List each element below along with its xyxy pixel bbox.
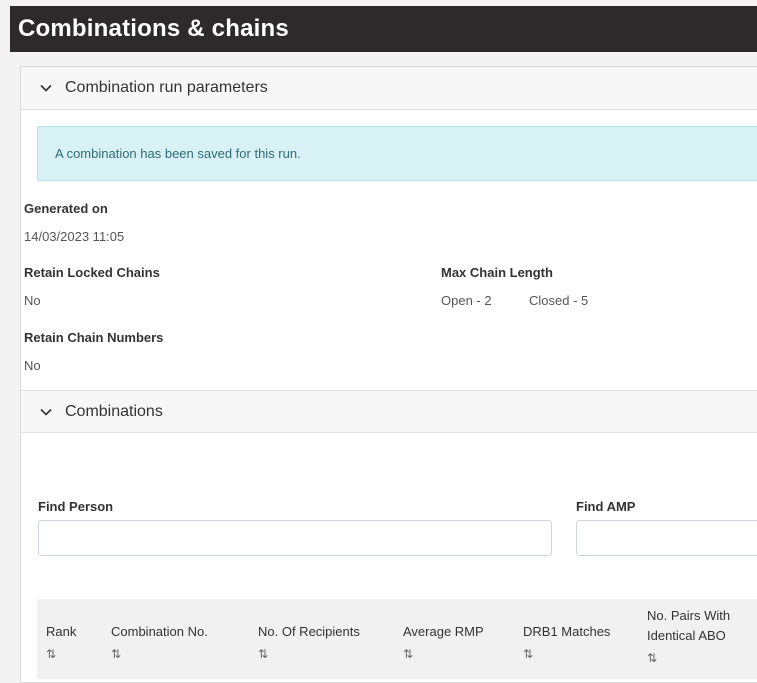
combination-card: Combination run parameters A combination… [20,66,757,683]
sort-icon[interactable]: ⇅ [111,644,208,664]
retain-locked-value: No [24,293,41,308]
find-person-label: Find Person [38,499,114,514]
column-header-drb1-matches[interactable]: DRB1 Matches ⇅ [523,622,610,664]
sort-icon[interactable]: ⇅ [46,644,76,664]
column-label: DRB1 Matches [523,624,611,639]
retain-locked-label: Retain Locked Chains [24,265,160,280]
find-amp-label: Find AMP [576,499,636,514]
column-label: Combination No. [111,624,208,639]
column-header-identical-abo[interactable]: No. Pairs With Identical ABO ⇅ [647,606,730,668]
retain-numbers-value: No [24,358,41,373]
max-chain-closed: Closed - 5 [529,293,589,308]
generated-on-label: Generated on [24,201,108,216]
column-label: No. Of Recipients [258,624,360,639]
chevron-down-icon [40,408,52,416]
max-chain-open: Open - 2 [441,293,492,308]
combinations-section-toggle[interactable]: Combinations [21,390,757,433]
saved-alert-text: A combination has been saved for this ru… [55,146,301,161]
find-amp-input[interactable] [576,520,757,556]
column-label: Average RMP [403,624,484,639]
params-section-title: Combination run parameters [65,79,268,96]
column-label: Rank [46,624,77,639]
combinations-section-title: Combinations [65,402,163,420]
page-header: Combinations & chains [10,6,757,52]
saved-alert: A combination has been saved for this ru… [37,126,757,181]
column-header-recipients[interactable]: No. Of Recipients ⇅ [258,622,360,664]
column-header-rank[interactable]: Rank ⇅ [46,622,76,664]
sort-icon[interactable]: ⇅ [523,644,610,664]
max-chain-label: Max Chain Length [441,265,553,280]
sort-icon[interactable]: ⇅ [258,644,360,664]
column-label: No. Pairs With [647,608,731,623]
sort-icon[interactable]: ⇅ [403,644,484,664]
table-header: Rank ⇅ Combination No. ⇅ No. Of Recipien… [37,599,757,679]
column-header-average-rmp[interactable]: Average RMP ⇅ [403,622,484,664]
params-section-toggle[interactable]: Combination run parameters [21,67,757,110]
column-label-line2: Identical ABO [647,628,726,643]
retain-numbers-label: Retain Chain Numbers [24,330,164,345]
page-title: Combinations & chains [18,15,289,42]
find-person-input[interactable] [38,520,552,556]
sort-icon[interactable]: ⇅ [647,648,730,668]
generated-on-value: 14/03/2023 11:05 [24,229,125,244]
column-header-combination-no[interactable]: Combination No. ⇅ [111,622,208,664]
chevron-down-icon [40,84,52,92]
